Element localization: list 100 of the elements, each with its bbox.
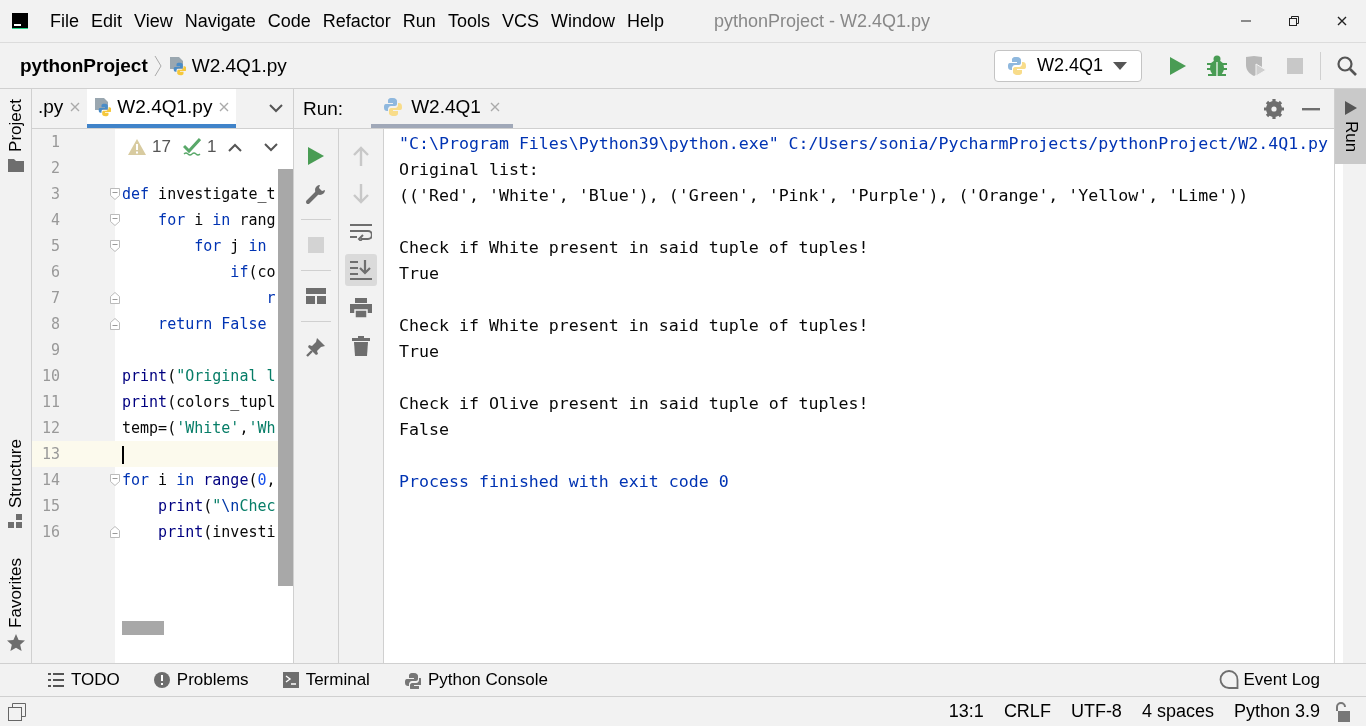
line-number: 2 bbox=[49, 159, 60, 177]
console-line: Check if White present in said tuple of tuples! bbox=[399, 238, 869, 257]
scrollbar-thumb[interactable] bbox=[122, 621, 164, 635]
fold-icon[interactable] bbox=[110, 292, 120, 304]
chevron-up-icon[interactable] bbox=[228, 142, 243, 152]
line-number: 12 bbox=[40, 419, 60, 437]
bug-icon[interactable] bbox=[1206, 54, 1227, 77]
code-line: print(colors_tupl bbox=[122, 393, 276, 411]
speech-bubble-icon bbox=[1219, 670, 1240, 690]
fold-icon[interactable] bbox=[110, 526, 120, 538]
menu-item[interactable]: Code bbox=[261, 10, 317, 32]
code-line: print(investi bbox=[157, 523, 276, 541]
line-number: 16 bbox=[40, 523, 60, 541]
line-number: 11 bbox=[40, 393, 60, 411]
line-number: 15 bbox=[40, 497, 60, 515]
fold-icon[interactable] bbox=[110, 474, 120, 486]
restore-icon[interactable] bbox=[1288, 15, 1300, 27]
line-number: 1 bbox=[49, 133, 60, 151]
menu-item[interactable]: Edit bbox=[85, 10, 129, 32]
chevron-down-icon[interactable] bbox=[269, 104, 283, 113]
close-icon[interactable] bbox=[1336, 15, 1348, 27]
layout-icon[interactable] bbox=[306, 288, 326, 304]
unlocked-icon[interactable] bbox=[1334, 701, 1350, 722]
console-line: (('Red', 'White', 'Blue'), ('Green', 'Pink', 'Purple'), ('Orange', 'Yellow', 'Lime')) bbox=[399, 186, 1249, 205]
check-icon[interactable] bbox=[182, 138, 201, 156]
tool-window-button[interactable]: Problems bbox=[153, 670, 249, 690]
python-file-icon bbox=[93, 96, 112, 117]
tool-window-tab[interactable]: Run bbox=[1335, 89, 1366, 165]
console-line: True bbox=[399, 342, 439, 361]
line-number: 6 bbox=[49, 263, 60, 281]
app-logo-icon bbox=[12, 13, 28, 29]
console-line: Check if Olive present in said tuple of tuples! bbox=[399, 394, 869, 413]
chevron-down-icon[interactable] bbox=[264, 142, 279, 152]
status-item[interactable]: UTF-8 bbox=[1070, 701, 1122, 722]
tool-window-tab[interactable]: Project bbox=[5, 99, 26, 152]
menu-item[interactable]: Run bbox=[396, 10, 442, 32]
fold-icon[interactable] bbox=[110, 318, 120, 330]
wrap-icon[interactable] bbox=[350, 223, 372, 241]
tool-window-tab[interactable]: Structure bbox=[5, 439, 26, 509]
breadcrumb-item[interactable]: pythonProject bbox=[20, 54, 148, 77]
console-line: Process finished with exit code 0 bbox=[399, 472, 729, 491]
chevron-icon bbox=[153, 54, 162, 77]
menu-item[interactable]: View bbox=[128, 10, 179, 32]
play-icon bbox=[1344, 101, 1357, 115]
scroll-to-end-icon[interactable] bbox=[350, 260, 372, 280]
editor-tab[interactable]: .py bbox=[32, 89, 88, 128]
menu-item[interactable]: Tools bbox=[441, 10, 496, 32]
editor-tab[interactable]: W2.4Q1.py bbox=[87, 89, 237, 128]
panel-toggle-icon[interactable] bbox=[8, 702, 26, 721]
code-line: print("Original l bbox=[122, 367, 276, 385]
trash-icon[interactable] bbox=[352, 336, 370, 356]
panel-title: Run: bbox=[303, 97, 344, 120]
run-icon[interactable] bbox=[1168, 55, 1187, 76]
settings-icon[interactable] bbox=[1264, 98, 1284, 119]
window-title: pythonProject - W2.4Q1.py bbox=[714, 10, 931, 32]
code-line: return False bbox=[157, 315, 267, 333]
menu-item[interactable]: VCS bbox=[495, 10, 545, 32]
fold-icon[interactable] bbox=[110, 188, 120, 200]
status-item[interactable]: 4 spaces bbox=[1141, 701, 1214, 722]
run-icon[interactable] bbox=[307, 146, 325, 166]
wrench-icon[interactable] bbox=[305, 183, 327, 205]
code-line: temp=('White','Wh bbox=[122, 419, 276, 437]
menu-item[interactable]: Window bbox=[544, 10, 621, 32]
warning-icon[interactable] bbox=[128, 139, 146, 155]
python-icon bbox=[1006, 55, 1027, 76]
menu-item[interactable]: Refactor bbox=[316, 10, 397, 32]
fold-icon[interactable] bbox=[110, 214, 120, 226]
tool-window-tab[interactable]: Favorites bbox=[5, 558, 26, 628]
star-icon bbox=[6, 634, 25, 651]
typo-count: 1 bbox=[206, 137, 217, 157]
console-line: True bbox=[399, 264, 439, 283]
code-line: r bbox=[265, 289, 276, 307]
code-line: print("\nChec bbox=[157, 497, 276, 515]
line-number: 7 bbox=[49, 289, 60, 307]
console-line: "C:\Program Files\Python39\python.exe" C:/Users/sonia/PycharmProjects/pythonProject/W2.4Q1.py bbox=[399, 134, 1329, 153]
folder-icon bbox=[7, 157, 24, 172]
printer-icon[interactable] bbox=[350, 298, 372, 318]
menu-item[interactable]: Help bbox=[620, 10, 670, 32]
line-number: 4 bbox=[49, 211, 60, 229]
caret-icon bbox=[1113, 61, 1127, 70]
scrollbar-thumb[interactable] bbox=[278, 169, 293, 586]
fold-icon[interactable] bbox=[110, 240, 120, 252]
status-item[interactable]: Python 3.9 bbox=[1233, 701, 1320, 722]
event-log-button[interactable]: Event Log bbox=[1219, 670, 1320, 690]
line-number: 14 bbox=[40, 471, 60, 489]
line-number: 13 bbox=[40, 445, 60, 463]
run-config-dropdown[interactable]: W2.4Q1 bbox=[993, 49, 1142, 82]
tool-window-button[interactable]: TODO bbox=[48, 670, 120, 690]
menu-item[interactable]: File bbox=[44, 10, 85, 32]
breadcrumb-item[interactable]: W2.4Q1.py bbox=[191, 54, 287, 77]
minimize-icon[interactable] bbox=[1302, 106, 1320, 111]
tool-window-button[interactable]: Python Console bbox=[403, 670, 548, 690]
console-line: Check if White present in said tuple of tuples! bbox=[399, 316, 869, 335]
pin-icon[interactable] bbox=[306, 337, 326, 357]
status-item[interactable]: CRLF bbox=[1003, 701, 1051, 722]
search-icon[interactable] bbox=[1336, 55, 1357, 76]
menu-item[interactable]: Navigate bbox=[178, 10, 262, 32]
console-line: False bbox=[399, 420, 449, 439]
tool-window-button[interactable]: Terminal bbox=[282, 670, 370, 690]
status-item[interactable]: 13:1 bbox=[948, 701, 984, 722]
